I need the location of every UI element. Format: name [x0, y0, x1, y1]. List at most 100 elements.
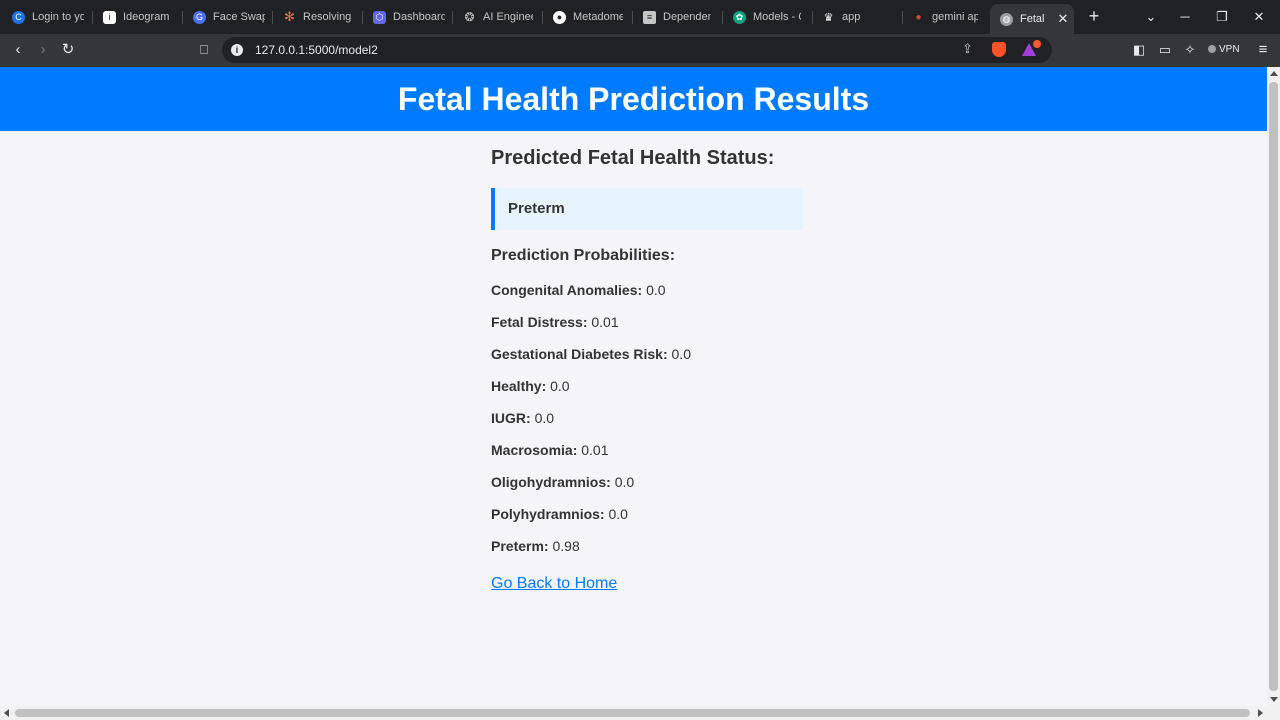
probability-value: 0.98: [552, 538, 580, 554]
forward-arrow-icon[interactable]: ›: [33, 40, 53, 60]
share-icon[interactable]: ⇪: [962, 41, 978, 57]
probabilities-heading: Prediction Probabilities:: [491, 247, 676, 264]
tab-dependencies[interactable]: ≡ Dependen: [643, 4, 711, 30]
vertical-scrollbar[interactable]: [1267, 67, 1280, 706]
tab-login[interactable]: C Login to yo: [12, 4, 84, 30]
horizontal-scrollbar[interactable]: [0, 706, 1280, 720]
probability-value: 0.0: [646, 282, 666, 298]
new-tab-button[interactable]: +: [1085, 7, 1103, 26]
probability-item: Preterm: 0.98: [491, 538, 811, 570]
probability-item: Congenital Anomalies: 0.0: [491, 282, 811, 314]
leo-ai-icon[interactable]: ✧: [1180, 40, 1200, 60]
reload-icon[interactable]: ↻: [58, 40, 78, 60]
url-text[interactable]: 127.0.0.1:5000/model2: [255, 43, 378, 57]
tab-resolving[interactable]: ✻ Resolving C: [283, 4, 351, 30]
menu-icon[interactable]: ≡: [1253, 40, 1273, 60]
probability-item: Macrosomia: 0.01: [491, 442, 811, 474]
scroll-thumb[interactable]: [15, 709, 1250, 717]
tab-ai-engineer[interactable]: ❂ AI Enginee: [463, 4, 533, 30]
tab-fetal-health-active[interactable]: ◍ Fetal H ✕: [990, 4, 1074, 34]
tab-ideogram[interactable]: i Ideogram: [103, 4, 175, 30]
vpn-status-icon: [1208, 45, 1216, 53]
probability-label: Polyhydramnios:: [491, 506, 605, 522]
faceswap-icon: G: [193, 10, 206, 24]
go-back-home-link[interactable]: Go Back to Home: [491, 575, 617, 593]
tab-separator: [272, 11, 273, 24]
c-logo-icon: C: [12, 10, 25, 24]
tab-separator: [722, 11, 723, 24]
bookmark-icon[interactable]: ⎕: [194, 40, 214, 60]
tab-app[interactable]: ♛ app: [822, 4, 894, 30]
probability-label: Macrosomia:: [491, 442, 578, 458]
hexagon-icon: ⬡: [373, 10, 386, 24]
page-title: Fetal Health Prediction Results: [397, 81, 870, 117]
brave-shield-icon[interactable]: [992, 42, 1006, 57]
ideogram-icon: i: [103, 10, 116, 24]
scroll-left-arrow-icon[interactable]: [4, 709, 9, 717]
probability-label: IUGR:: [491, 410, 531, 426]
browser-toolbar: ‹ › ↻ ⎕ i 127.0.0.1:5000/model2 ⇪ ◧ ▭ ✧ …: [0, 34, 1280, 67]
probability-value: 0.0: [608, 506, 628, 522]
tab-separator: [92, 11, 93, 24]
tab-metadome[interactable]: ● Metadome: [553, 4, 623, 30]
tab-strip: C Login to yo i Ideogram G Face Swap ✻ R…: [0, 0, 1280, 34]
chatgpt-icon: ✿: [733, 10, 746, 24]
probability-value: 0.0: [614, 474, 635, 490]
tab-face-swap[interactable]: G Face Swap: [193, 4, 265, 30]
tab-models[interactable]: ✿ Models - C: [733, 4, 801, 30]
notification-badge: [1033, 40, 1041, 48]
probability-label: Preterm:: [491, 538, 549, 554]
probability-value: 0.01: [591, 314, 619, 330]
back-arrow-icon[interactable]: ‹: [8, 40, 28, 60]
openai-icon: ❂: [464, 10, 475, 24]
close-window-icon[interactable]: ✕: [1248, 6, 1270, 28]
probability-item: Healthy: 0.0: [491, 378, 811, 410]
tab-search-chevron-icon[interactable]: ⌄: [1140, 6, 1162, 28]
probability-label: Gestational Diabetes Risk:: [491, 346, 668, 362]
address-bar[interactable]: i 127.0.0.1:5000/model2 ⇪: [222, 37, 1052, 63]
maximize-icon[interactable]: ❐: [1211, 6, 1233, 28]
tab-separator: [902, 11, 903, 24]
status-heading: Predicted Fetal Health Status:: [491, 147, 775, 169]
scroll-up-arrow-icon[interactable]: [1270, 71, 1278, 76]
probability-label: Congenital Anomalies:: [491, 282, 643, 298]
tab-separator: [362, 11, 363, 24]
probabilities-list: Congenital Anomalies: 0.0 Fetal Distress…: [491, 282, 811, 570]
github-icon: ●: [553, 10, 566, 24]
tab-gemini[interactable]: ● gemini ap: [912, 4, 978, 30]
probability-label: Fetal Distress:: [491, 314, 588, 330]
probability-value: 0.0: [534, 410, 555, 426]
info-icon[interactable]: i: [231, 44, 243, 56]
tab-separator: [632, 11, 633, 24]
minimize-icon[interactable]: ─: [1174, 6, 1196, 28]
tab-dashboard[interactable]: ⬡ Dashboard: [373, 4, 445, 30]
results-container: Predicted Fetal Health Status: Preterm P…: [491, 147, 811, 593]
gemini-icon: ●: [915, 11, 922, 23]
tab-separator: [452, 11, 453, 24]
globe-icon: ◍: [1000, 12, 1013, 26]
page-header: Fetal Health Prediction Results: [0, 67, 1267, 131]
vpn-button[interactable]: VPN: [1208, 44, 1240, 55]
tab-separator: [812, 11, 813, 24]
claude-icon: ✻: [284, 9, 295, 24]
scroll-right-arrow-icon[interactable]: [1258, 709, 1263, 717]
probability-item: IUGR: 0.0: [491, 410, 811, 442]
probability-item: Gestational Diabetes Risk: 0.0: [491, 346, 811, 378]
tab-separator: [182, 11, 183, 24]
page-viewport: Fetal Health Prediction Results Predicte…: [0, 67, 1267, 706]
probability-item: Oligohydramnios: 0.0: [491, 474, 811, 506]
scroll-thumb[interactable]: [1269, 82, 1278, 691]
scroll-down-arrow-icon[interactable]: [1270, 697, 1278, 702]
predicted-status-box: Preterm: [491, 188, 803, 230]
probability-item: Fetal Distress: 0.01: [491, 314, 811, 346]
wallet-icon[interactable]: ▭: [1155, 40, 1175, 60]
sidebar-icon[interactable]: ◧: [1129, 40, 1149, 60]
probability-value: 0.0: [550, 378, 570, 394]
probability-value: 0.01: [581, 442, 609, 458]
crown-icon: ♛: [823, 11, 834, 24]
probability-item: Polyhydramnios: 0.0: [491, 506, 811, 538]
probability-label: Healthy:: [491, 378, 547, 394]
close-tab-icon[interactable]: ✕: [1056, 11, 1070, 27]
document-icon: ≡: [643, 10, 656, 24]
tab-separator: [542, 11, 543, 24]
